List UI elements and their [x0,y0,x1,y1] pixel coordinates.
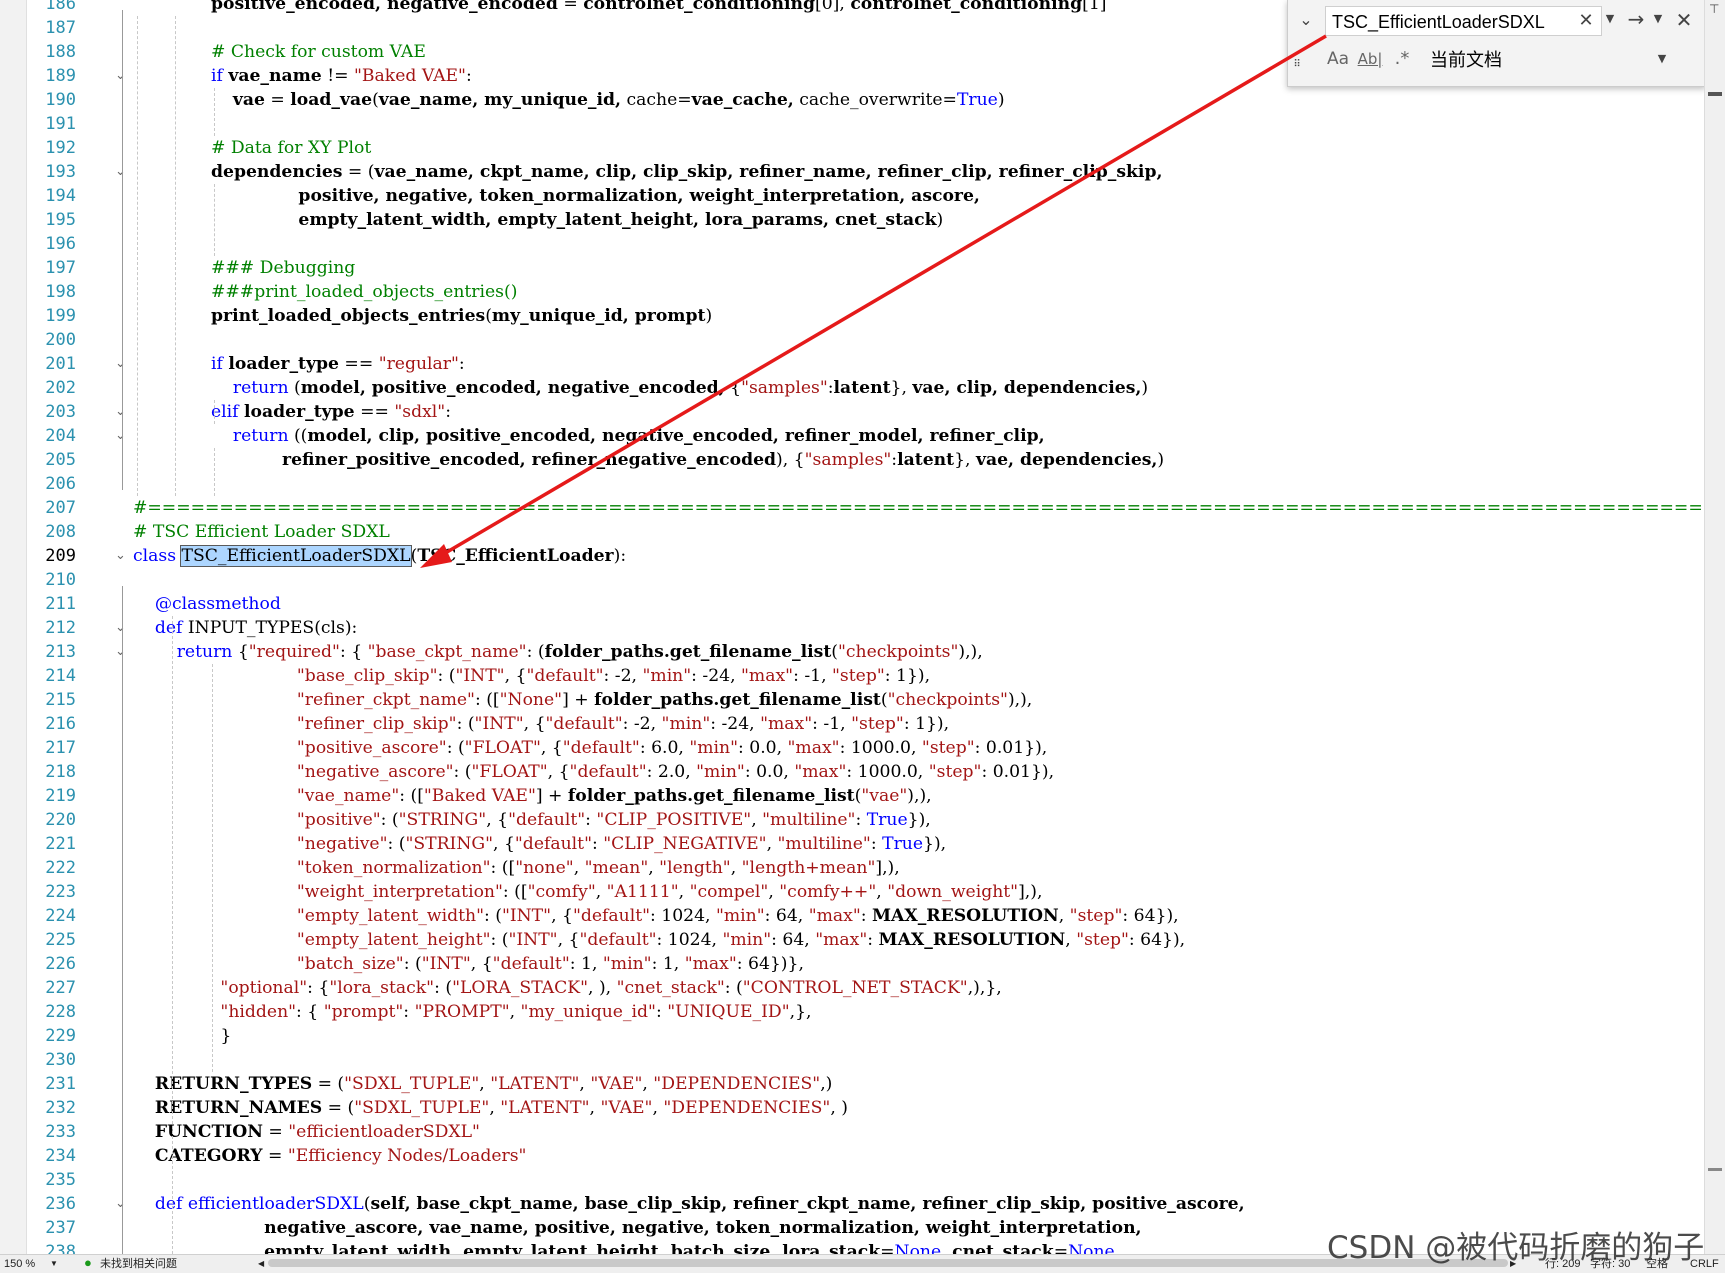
code-line[interactable]: "positive_ascore": ("FLOAT", {"default":… [133,736,1047,760]
code-line[interactable]: vae = load_vae(vae_name, my_unique_id, c… [211,88,1005,112]
search-history-dropdown-icon[interactable]: ▼ [1602,4,1618,34]
watermark: CSDN @被代码折磨的狗子 [1327,1230,1705,1266]
scroll-position-marker [1708,1168,1722,1171]
zoom-level[interactable]: 150 % [4,1257,35,1271]
code-line[interactable]: return (model, positive_encoded, negativ… [211,376,1148,400]
indent-guide [212,664,213,1072]
code-editor[interactable]: 186 187 188 189 190 191 192 193 194 195 196 197 198 1… [0,0,1704,1254]
indent-guide [214,184,215,256]
find-options-dropdown-icon[interactable]: ▼ [1650,4,1666,34]
code-line[interactable]: negative_ascore, vae_name, positive, neg… [133,1216,1141,1240]
code-line[interactable]: "batch_size": ("INT", {"default": 1, "mi… [133,952,804,976]
code-line[interactable]: positive_encoded, negative_encoded = con… [211,0,1107,16]
zoom-dropdown-icon[interactable]: ▼ [50,1257,58,1271]
code-line[interactable]: positive, negative, token_normalization,… [211,184,979,208]
code-line[interactable]: empty_latent_width, empty_latent_height,… [211,208,943,232]
code-line[interactable]: "empty_latent_width": ("INT", {"default"… [133,904,1179,928]
close-find-icon[interactable]: ✕ [1672,5,1696,35]
code-line[interactable]: def INPUT_TYPES(cls): [133,616,358,640]
match-whole-word-icon[interactable]: Ab| [1356,44,1384,74]
code-line[interactable]: } [133,1024,231,1048]
match-case-icon[interactable]: Aa [1324,44,1352,74]
find-next-arrow-icon[interactable]: → [1624,4,1648,34]
scroll-left-icon[interactable]: ◀ [258,1257,264,1271]
code-line[interactable]: "refiner_ckpt_name": (["None"] + folder_… [133,688,1032,712]
scroll-thumb[interactable] [1708,92,1722,96]
regex-icon[interactable]: .* [1388,44,1416,74]
code-line[interactable]: # Check for custom VAE [211,40,426,64]
code-line[interactable]: RETURN_TYPES = ("SDXL_TUPLE", "LATENT", … [133,1072,833,1096]
find-input[interactable]: TSC_EfficientLoaderSDXL [1325,6,1602,36]
code-line[interactable]: # Data for XY Plot [211,136,371,160]
indent-guide [214,88,215,136]
toggle-replace-chevron-icon[interactable]: ⌄ [1294,5,1318,35]
indent-guide [214,448,215,496]
code-line[interactable]: # TSC Efficient Loader SDXL [133,520,390,544]
split-handle-icon[interactable]: ⊤ [1709,2,1719,16]
code-line[interactable]: "vae_name": (["Baked VAE"] + folder_path… [133,784,932,808]
indent-guide [172,616,173,1254]
code-line[interactable]: empty_latent_width, empty_latent_height,… [133,1240,1120,1254]
code-line[interactable]: "empty_latent_height": ("INT", {"default… [133,928,1185,952]
code-line[interactable]: "token_normalization": (["none", "mean",… [133,856,900,880]
code-line[interactable]: refiner_positive_encoded, refiner_negati… [211,448,1164,472]
code-area[interactable]: positive_encoded, negative_encoded = con… [0,0,1704,1254]
resize-grip-icon[interactable]: ⠿ [1290,58,1304,72]
code-line[interactable]: "hidden": { "prompt": "PROMPT", "my_uniq… [133,1000,811,1024]
code-line[interactable]: elif loader_type == "sdxl": [211,400,451,424]
code-line[interactable]: "optional": {"lora_stack": ("LORA_STACK"… [133,976,1001,1000]
code-line[interactable]: ###print_loaded_objects_entries() [211,280,517,304]
code-line[interactable]: @classmethod [133,592,281,616]
horizontal-scroll-thumb[interactable] [268,1259,1508,1267]
code-line[interactable]: CATEGORY = "Efficiency Nodes/Loaders" [133,1144,527,1168]
indent-guide [175,16,176,496]
vertical-scrollbar[interactable]: ⊤ [1704,0,1725,1254]
code-line[interactable]: return {"required": { "base_ckpt_name": … [133,640,983,664]
code-line[interactable]: #=======================================… [133,496,1704,520]
find-widget[interactable]: ⌄ TSC_EfficientLoaderSDXL ✕ ▼ → ▼ ✕ ⠿ Aa… [1287,0,1706,87]
code-line[interactable]: "weight_interpretation": (["comfy", "A11… [133,880,1043,904]
scope-dropdown-chevron-icon[interactable]: ▼ [1654,44,1670,74]
search-scope-dropdown[interactable]: 当前文档 [1430,46,1502,72]
code-line[interactable]: RETURN_NAMES = ("SDXL_TUPLE", "LATENT", … [133,1096,848,1120]
code-line[interactable]: return ((model, clip, positive_encoded, … [211,424,1045,448]
code-line[interactable]: ### Debugging [211,256,355,280]
code-line[interactable]: "refiner_clip_skip": ("INT", {"default":… [133,712,949,736]
indent-guide [214,400,215,424]
code-line[interactable]: def efficientloaderSDXL(self, base_ckpt_… [133,1192,1245,1216]
code-line[interactable]: "negative": ("STRING", {"default": "CLIP… [133,832,946,856]
code-line[interactable]: if loader_type == "regular": [211,352,465,376]
code-line[interactable]: FUNCTION = "efficientloaderSDXL" [133,1120,480,1144]
code-line[interactable]: "positive": ("STRING", {"default": "CLIP… [133,808,931,832]
clear-search-icon[interactable]: ✕ [1576,6,1596,36]
issues-status[interactable]: 未找到相关问题 [100,1257,177,1271]
code-line[interactable]: "negative_ascore": ("FLOAT", {"default":… [133,760,1054,784]
indent-guide [137,16,138,496]
code-line[interactable]: if vae_name != "Baked VAE": [211,64,472,88]
issues-ok-icon: ● [84,1255,92,1270]
code-line[interactable]: "base_clip_skip": ("INT", {"default": -2… [133,664,930,688]
code-line[interactable]: class TSC_EfficientLoaderSDXL(TSC_Effici… [133,544,626,568]
code-line[interactable]: print_loaded_objects_entries(my_unique_i… [211,304,712,328]
code-line[interactable]: dependencies = (vae_name, ckpt_name, cli… [211,160,1162,184]
